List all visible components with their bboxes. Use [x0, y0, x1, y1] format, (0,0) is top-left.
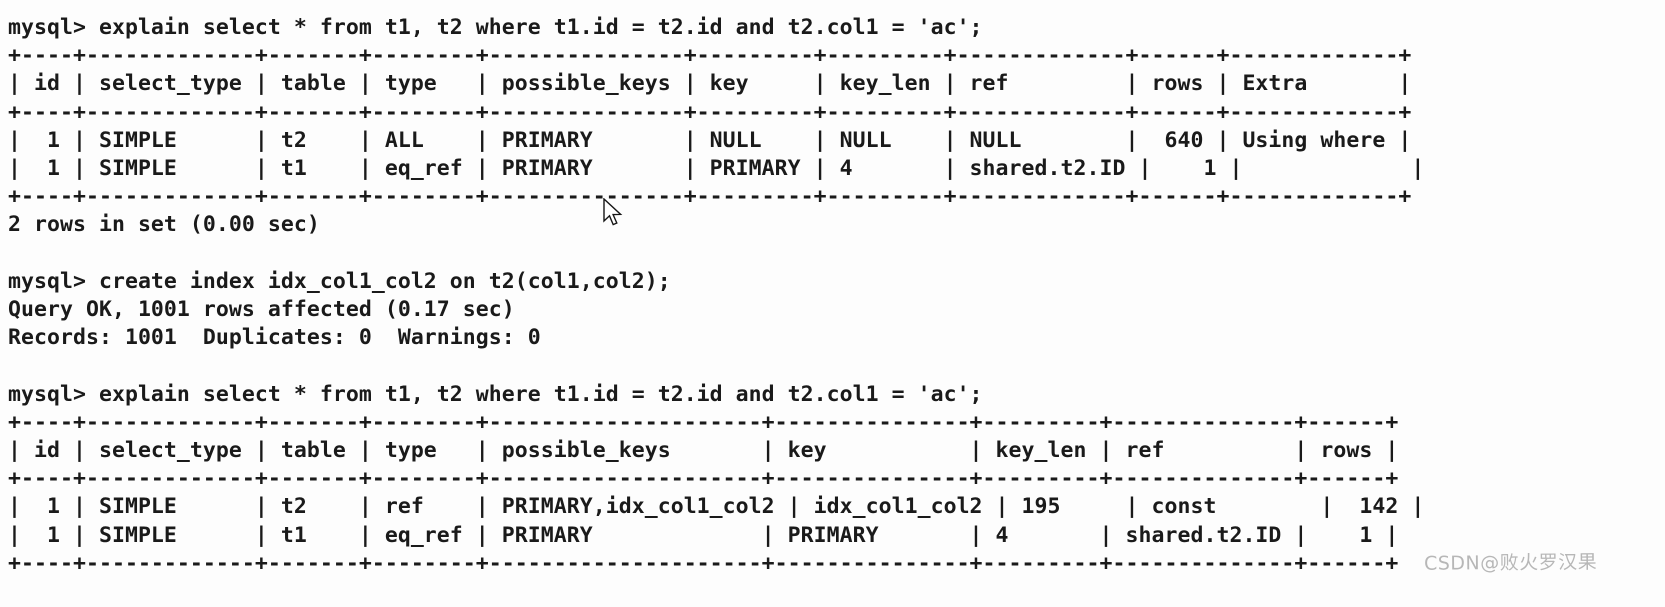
terminal-console-output: mysql> explain select * from t1, t2 wher…	[8, 15, 1425, 576]
csdn-watermark: CSDN@败火罗汉果	[1423, 551, 1598, 575]
terminal-window[interactable]: mysql> explain select * from t1, t2 wher…	[0, 0, 1665, 607]
